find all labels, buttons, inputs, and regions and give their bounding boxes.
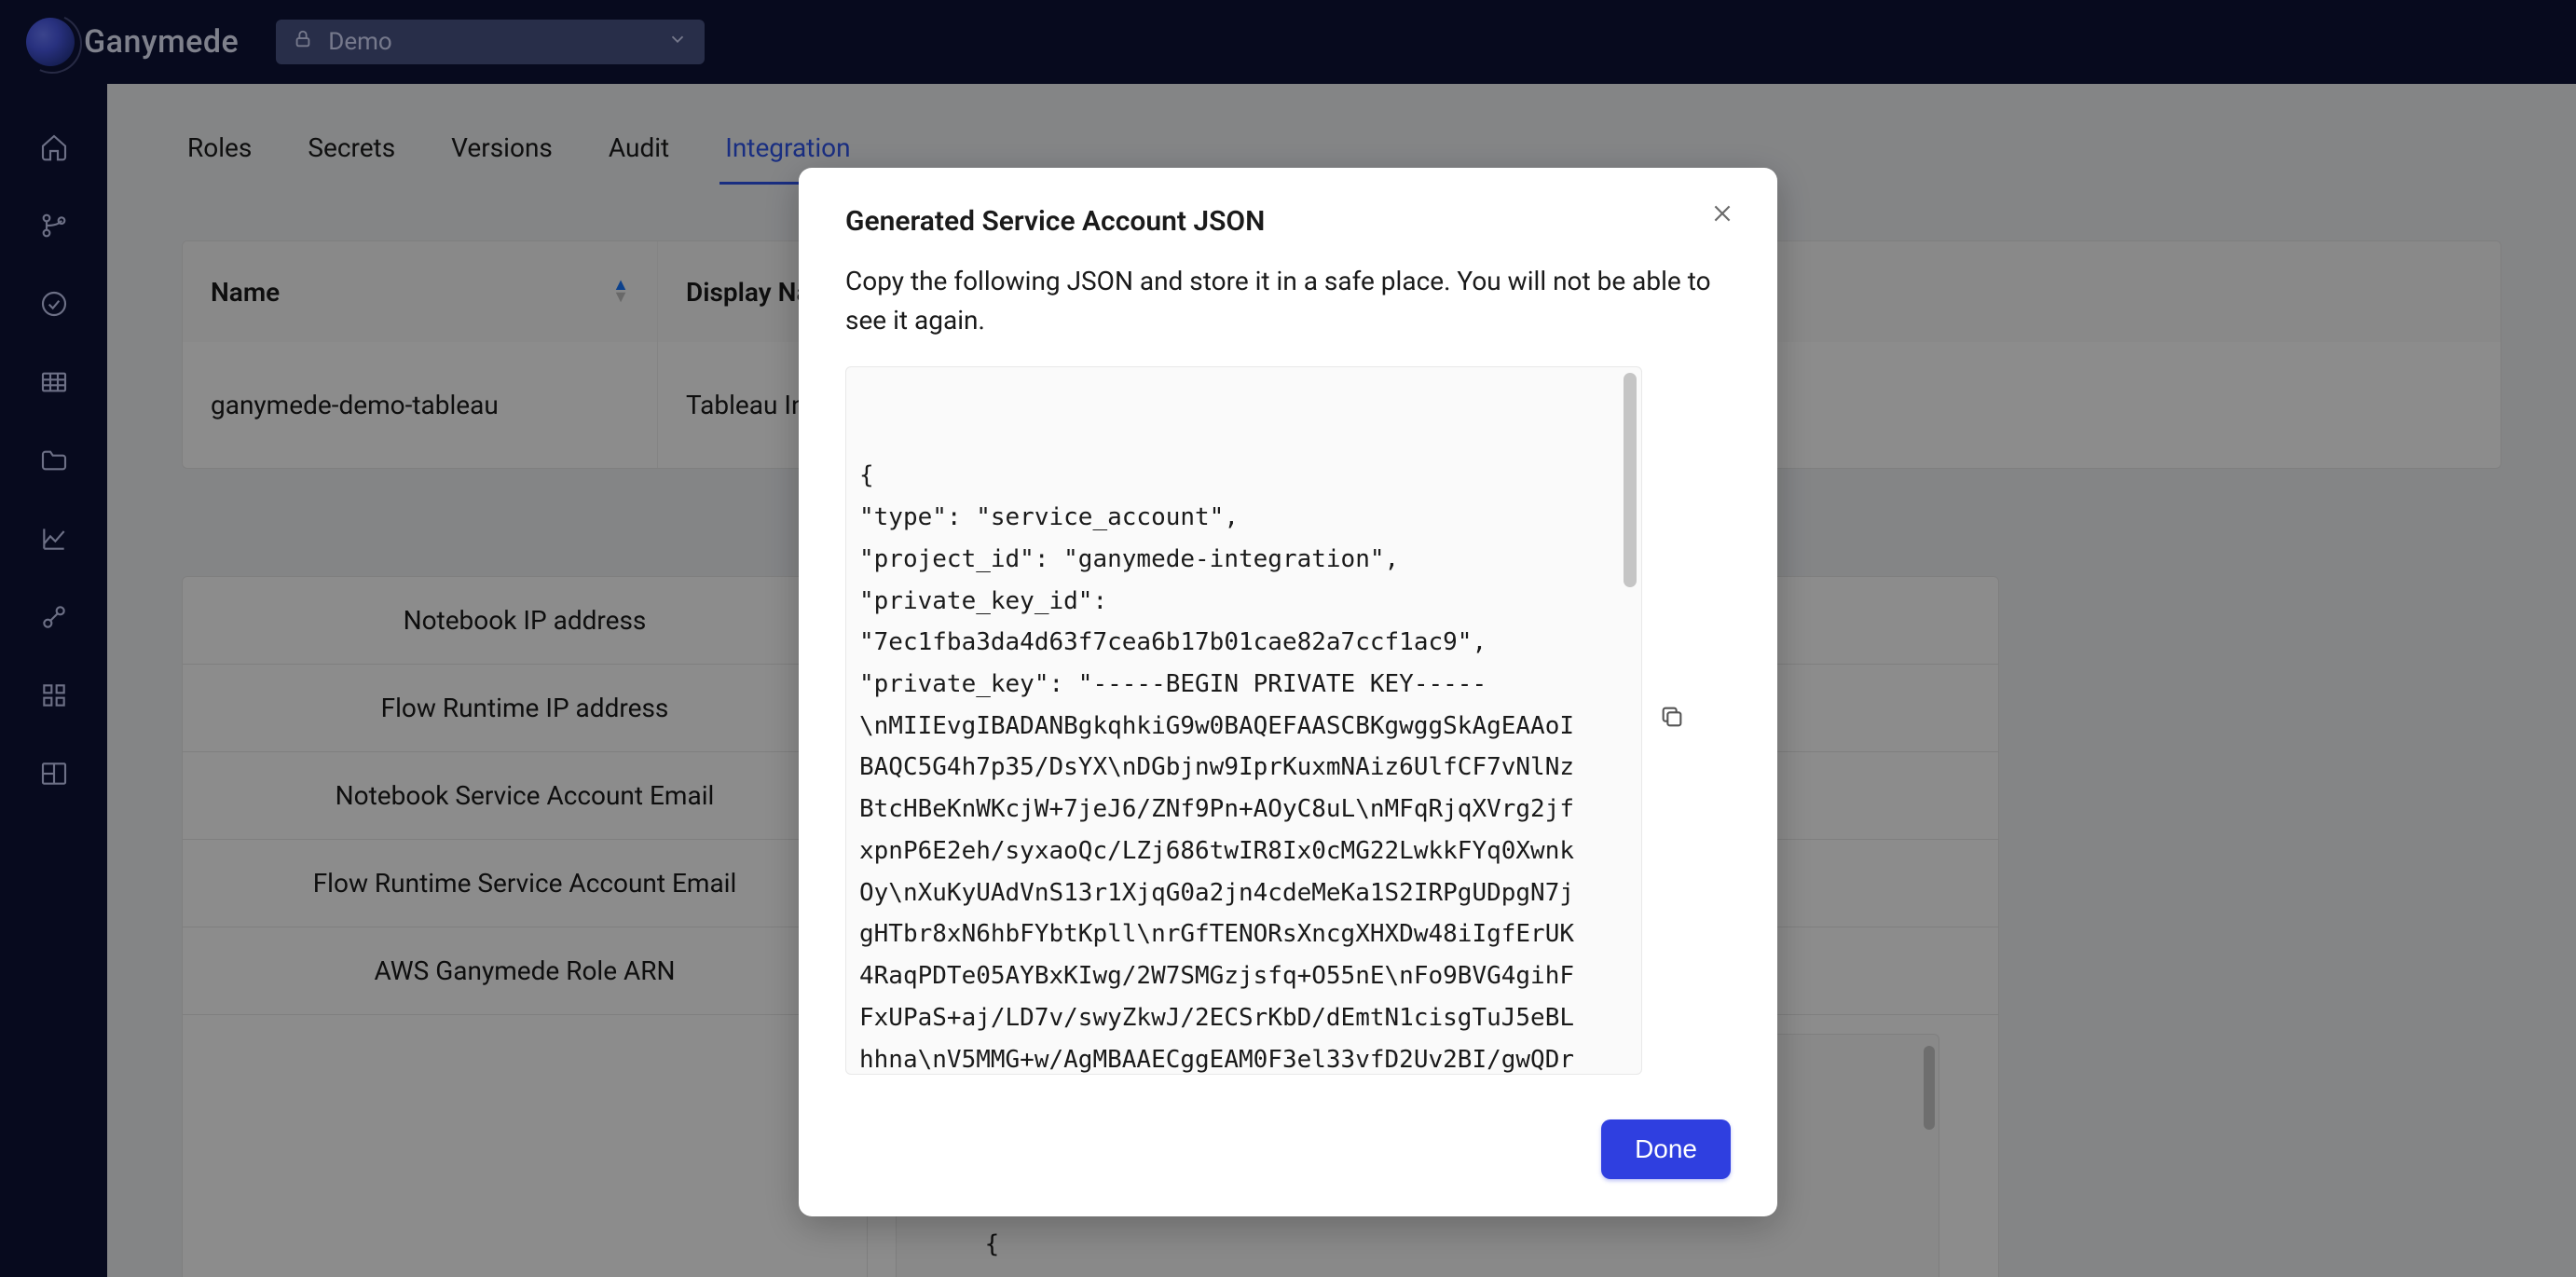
- modal-overlay[interactable]: Generated Service Account JSON Copy the …: [0, 0, 2576, 1277]
- modal-description: Copy the following JSON and store it in …: [845, 262, 1731, 340]
- service-account-json-modal: Generated Service Account JSON Copy the …: [799, 168, 1777, 1216]
- scrollbar-thumb[interactable]: [1624, 373, 1637, 587]
- close-icon[interactable]: [1710, 201, 1738, 229]
- service-account-json-code[interactable]: { "type": "service_account", "project_id…: [845, 366, 1642, 1075]
- modal-title: Generated Service Account JSON: [845, 205, 1731, 238]
- copy-icon[interactable]: [1659, 704, 1692, 737]
- done-button[interactable]: Done: [1601, 1119, 1731, 1179]
